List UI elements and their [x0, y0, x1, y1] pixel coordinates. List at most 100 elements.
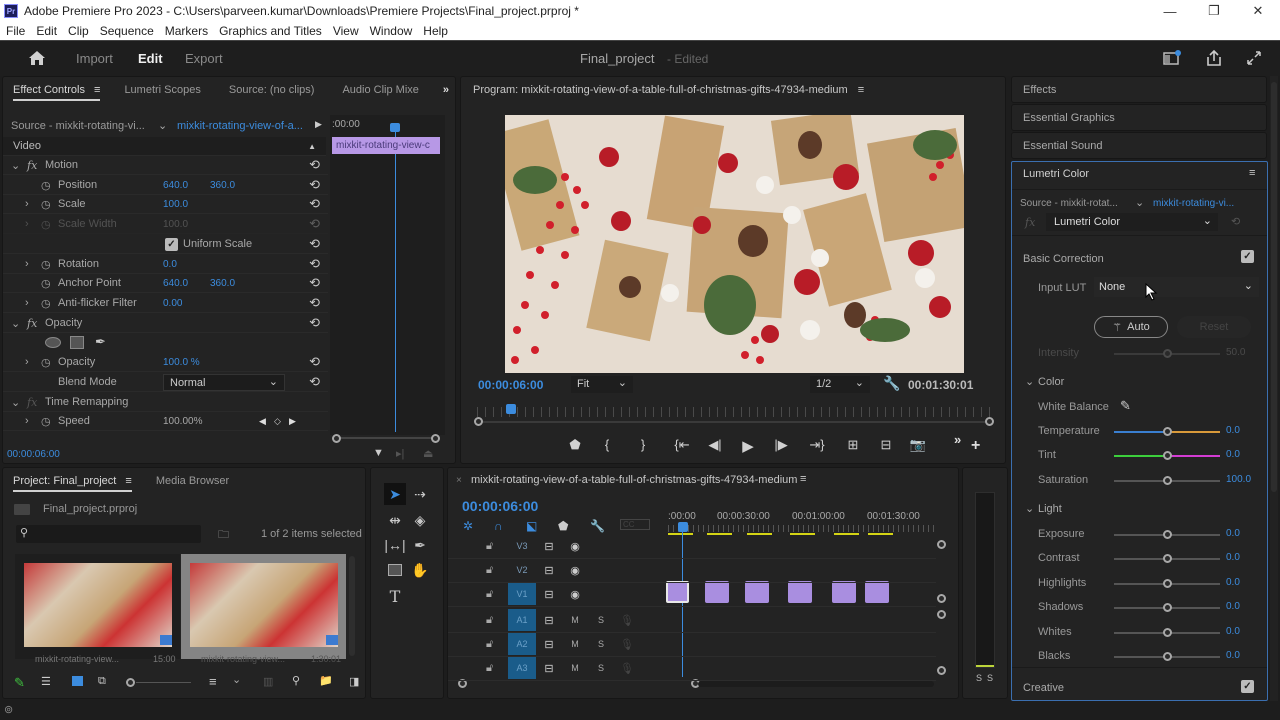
rotation-value[interactable]: 0.0 — [163, 259, 177, 270]
menu-help[interactable]: Help — [423, 24, 448, 38]
audio-scroll-knob-bottom[interactable] — [937, 666, 946, 675]
essential-graphics-panel-tab[interactable]: Essential Graphics — [1011, 104, 1267, 131]
stopwatch-icon[interactable]: ◷ — [41, 297, 51, 310]
export-icon[interactable]: ⏏ — [423, 447, 433, 460]
next-keyframe-icon[interactable]: ▶ — [289, 416, 296, 427]
stopwatch-icon[interactable]: ◷ — [41, 277, 51, 290]
ripple-icon[interactable]: ▸| — [396, 447, 404, 460]
tab-source[interactable]: Source: (no clips) — [229, 84, 315, 96]
minimize-button[interactable]: — — [1150, 0, 1190, 22]
track-lock-icon[interactable]: 🔓︎ — [486, 564, 508, 577]
tint-slider-green[interactable] — [1114, 455, 1167, 457]
track-label-a2[interactable]: A2 — [508, 633, 536, 655]
video-clip-selected[interactable] — [666, 581, 689, 603]
uniform-scale-checkbox[interactable]: ✓ — [165, 238, 178, 251]
lumetri-clip[interactable]: mixkit-rotating-vi... — [1153, 198, 1234, 209]
mini-clip[interactable]: mixkit-rotating-view-c — [332, 137, 440, 154]
nav-import[interactable]: Import — [76, 51, 113, 66]
tab-lumetri-scopes[interactable]: Lumetri Scopes — [124, 84, 200, 96]
menu-view[interactable]: View — [333, 24, 359, 38]
scale-value[interactable]: 100.0 — [163, 199, 188, 210]
mute-button[interactable]: M — [562, 639, 588, 649]
timeline-timecode[interactable]: 00:00:06:00 — [462, 498, 538, 514]
mark-in-icon[interactable]: { — [593, 437, 621, 455]
thumbnail-size-knob[interactable] — [126, 678, 135, 687]
sync-lock-icon[interactable]: ⊟ — [536, 588, 562, 601]
track-lock-icon[interactable]: 🔓︎ — [486, 638, 508, 651]
find-in-bin-icon[interactable]: 🗀 — [218, 526, 229, 545]
track-lock-icon[interactable]: 🔓︎ — [486, 588, 508, 601]
more-panels-button[interactable]: » — [443, 84, 449, 96]
video-preview[interactable] — [505, 115, 964, 373]
blend-mode-dropdown[interactable]: Normal ⌄ — [163, 374, 285, 391]
prev-keyframe-icon[interactable]: ◀ — [259, 416, 266, 427]
mute-button[interactable]: M — [562, 615, 588, 625]
icon-view-icon[interactable] — [72, 676, 83, 686]
temperature-knob[interactable] — [1163, 427, 1172, 436]
opacity-section-row[interactable]: ⌄ fx Opacity ⟲ — [3, 314, 328, 333]
sequence-title[interactable]: mixkit-rotating-view-of-a-table-full-of-… — [471, 474, 797, 486]
program-zoom-handle-left[interactable] — [474, 417, 483, 426]
eye-icon[interactable]: ◉ — [562, 564, 588, 577]
creative-checkbox[interactable]: ✓ — [1241, 680, 1254, 693]
type-tool-icon[interactable]: T — [384, 585, 406, 607]
project-item-selected[interactable]: mixkit-rotating-view... 1:30:01 — [181, 554, 346, 664]
highlights-value[interactable]: 0.0 — [1226, 577, 1240, 588]
reset-icon[interactable]: ⟲ — [309, 295, 320, 311]
solo-right-button[interactable]: S — [987, 673, 993, 683]
pen-mask-icon[interactable]: ✒ — [95, 334, 106, 350]
reset-icon[interactable]: ⟲ — [309, 236, 320, 252]
maximize-button[interactable]: ❐ — [1194, 0, 1234, 22]
voiceover-mic-icon[interactable]: 🎙︎ — [614, 662, 640, 675]
eye-icon[interactable]: ◉ — [562, 588, 588, 601]
speed-value[interactable]: 100.00% — [163, 416, 202, 427]
tab-media-browser[interactable]: Media Browser — [156, 475, 229, 487]
menu-clip[interactable]: Clip — [68, 24, 89, 38]
rectangle-mask-icon[interactable] — [70, 336, 84, 349]
program-zoom-handle-right[interactable] — [985, 417, 994, 426]
creative-cloud-icon[interactable]: ⊚ — [4, 703, 13, 716]
reset-icon[interactable]: ⟲ — [309, 275, 320, 291]
temperature-slider-cool[interactable] — [1114, 431, 1167, 433]
close-sequence-icon[interactable]: × — [456, 475, 462, 486]
eyedropper-icon[interactable]: ✎ — [1120, 398, 1131, 414]
stopwatch-icon[interactable]: ◷ — [41, 179, 51, 192]
sync-lock-icon[interactable]: ⊟ — [536, 540, 562, 553]
whites-value[interactable]: 0.0 — [1226, 626, 1240, 637]
razor-tool-icon[interactable]: ◈ — [409, 509, 431, 531]
contrast-knob[interactable] — [1163, 554, 1172, 564]
rectangle-tool-icon[interactable] — [384, 559, 406, 581]
export-frame-camera-icon[interactable]: 📷 — [903, 437, 933, 455]
play-icon[interactable]: ▶ — [731, 437, 765, 455]
sort-chevron-icon[interactable]: ⌄ — [232, 673, 241, 686]
add-marker-icon[interactable]: ⬟ — [557, 437, 593, 455]
sync-lock-icon[interactable]: ⊟ — [536, 662, 562, 675]
reset-icon[interactable]: ⟲ — [1231, 215, 1240, 228]
snap-magnet-icon[interactable]: ∩ — [494, 519, 526, 533]
reset-icon[interactable]: ⟲ — [309, 374, 320, 390]
tab-effect-controls[interactable]: Effect Controls ≡ — [13, 79, 101, 101]
nav-export[interactable]: Export — [185, 51, 223, 66]
color-section-header[interactable]: Color — [1038, 376, 1064, 388]
contrast-value[interactable]: 0.0 — [1226, 552, 1240, 563]
reset-icon[interactable]: ⟲ — [309, 354, 320, 370]
tab-project[interactable]: Project: Final_project ≡ — [13, 470, 132, 492]
solo-left-button[interactable]: S — [976, 673, 982, 683]
lumetri-effect-dropdown[interactable]: Lumetri Color ⌄ — [1046, 213, 1218, 231]
linked-selection-icon[interactable]: ⬕ — [526, 519, 558, 533]
tint-slider-magenta[interactable] — [1167, 455, 1220, 457]
shadows-knob[interactable] — [1163, 603, 1172, 613]
stopwatch-icon[interactable]: ◷ — [41, 415, 51, 428]
exposure-value[interactable]: 0.0 — [1226, 528, 1240, 539]
opacity-value[interactable]: 100.0 % — [163, 357, 200, 368]
new-bin-folder-icon[interactable]: 📁 — [319, 674, 333, 687]
step-back-icon[interactable]: ◀| — [699, 437, 731, 455]
go-to-out-icon[interactable]: ⇥} — [797, 437, 837, 455]
reset-icon[interactable]: ⟲ — [309, 256, 320, 272]
right-panel-scrollbar[interactable] — [1270, 76, 1278, 716]
add-marker-icon[interactable]: ⬟ — [558, 519, 590, 533]
input-lut-dropdown[interactable]: None ⌄ — [1094, 277, 1259, 297]
blacks-value[interactable]: 0.0 — [1226, 650, 1240, 661]
timeline-playhead[interactable] — [678, 522, 688, 532]
track-lock-icon[interactable]: 🔓︎ — [486, 614, 508, 627]
